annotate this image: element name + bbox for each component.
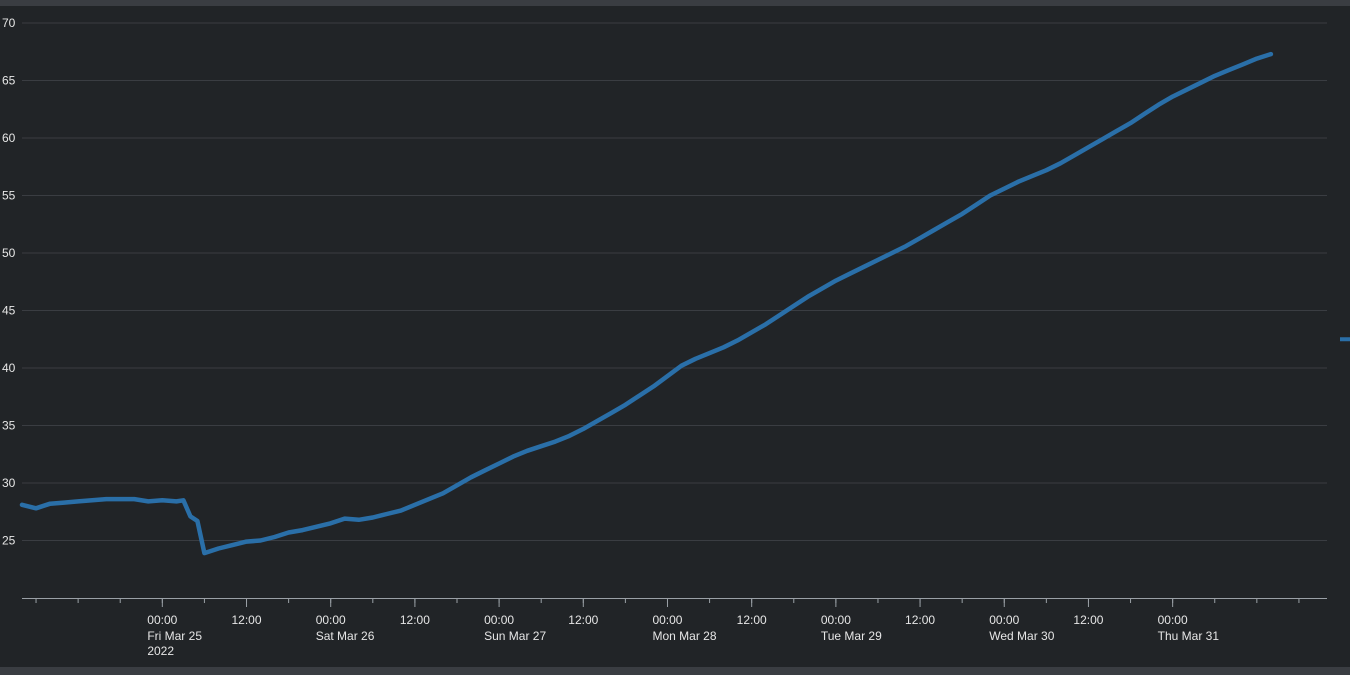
y-tick-label: 25 bbox=[2, 534, 16, 548]
legend-edge-marker bbox=[1340, 337, 1350, 342]
x-tick-date-label: Tue Mar 29 bbox=[821, 629, 882, 643]
x-tick-label: 12:00 bbox=[232, 613, 262, 627]
x-tick-label: 00:00 bbox=[1158, 613, 1188, 627]
x-tick-label: 12:00 bbox=[568, 613, 598, 627]
x-tick-label: 12:00 bbox=[737, 613, 767, 627]
y-tick-label: 55 bbox=[2, 189, 16, 203]
x-tick-date-label: Wed Mar 30 bbox=[989, 629, 1054, 643]
y-tick-label: 30 bbox=[2, 476, 16, 490]
chart-panel: 25 30 35 40 45 50 55 60 65 70 00:00 Fri Mar 25 2022… bbox=[0, 6, 1350, 667]
y-tick-label: 60 bbox=[2, 131, 16, 145]
y-tick-label: 45 bbox=[2, 304, 16, 318]
x-tick-date-label: Fri Mar 25 bbox=[147, 629, 202, 643]
x-tick-label: 00:00 bbox=[652, 613, 682, 627]
x-tick-year-label: 2022 bbox=[147, 644, 174, 658]
series-edge-marker bbox=[1340, 337, 1350, 342]
series-layer[interactable] bbox=[19, 51, 1274, 556]
line-chart[interactable]: 25 30 35 40 45 50 55 60 65 70 00:00 Fri Mar 252022… bbox=[0, 6, 1350, 667]
x-tick-label: 00:00 bbox=[316, 613, 346, 627]
y-tick-label: 70 bbox=[2, 16, 16, 30]
x-tick-date-label: Thu Mar 31 bbox=[1158, 629, 1220, 643]
x-tick-label: 00:00 bbox=[989, 613, 1019, 627]
gridlines bbox=[22, 22, 1327, 541]
x-tick-date-label: Mon Mar 28 bbox=[652, 629, 716, 643]
x-tick-label: 00:00 bbox=[484, 613, 514, 627]
x-tick-label: 12:00 bbox=[1073, 613, 1103, 627]
y-axis-labels: 25 30 35 40 45 50 55 60 65 70 bbox=[2, 16, 16, 548]
x-tick-date-label: Sun Mar 27 bbox=[484, 629, 546, 643]
y-tick-label: 50 bbox=[2, 246, 16, 260]
y-tick-label: 65 bbox=[2, 74, 16, 88]
y-tick-label: 35 bbox=[2, 419, 16, 433]
x-axis: 00:00 Fri Mar 252022 12:00 00:00 Sat Mar 26 1… bbox=[22, 598, 1327, 658]
x-tick-date-label: Sat Mar 26 bbox=[316, 629, 375, 643]
y-tick-label: 40 bbox=[2, 361, 16, 375]
series-line[interactable] bbox=[19, 51, 1274, 556]
x-tick-label: 12:00 bbox=[905, 613, 935, 627]
x-tick-label: 00:00 bbox=[821, 613, 851, 627]
x-tick-label: 00:00 bbox=[147, 613, 177, 627]
x-tick-label: 12:00 bbox=[400, 613, 430, 627]
